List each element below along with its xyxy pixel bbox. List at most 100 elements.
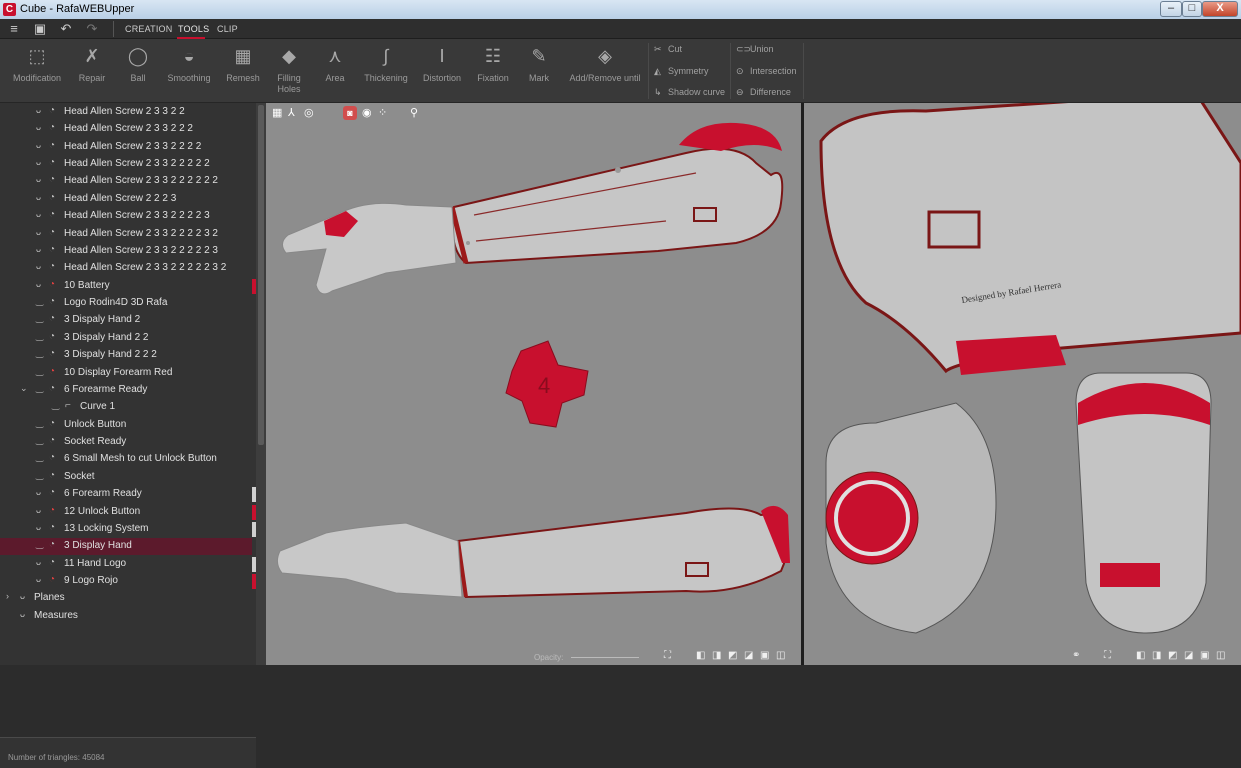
tree-item[interactable]: ‿ ◔ 10 Display Forearm Red: [0, 365, 252, 382]
visibility-toggle-icon[interactable]: ‿: [36, 331, 48, 342]
tree-item[interactable]: ᴗ ◔ Head Allen Screw 2 3 3 2 2 2 2 3 2: [0, 226, 252, 243]
tab-clip[interactable]: CLIP: [217, 24, 238, 34]
tree-item[interactable]: ᴗ ◔ 9 Logo Rojo: [0, 573, 252, 590]
tool-repair[interactable]: ✗ Repair: [72, 45, 112, 97]
visibility-toggle-icon[interactable]: ᴗ: [36, 227, 48, 237]
view-front-icon[interactable]: ◧: [1136, 650, 1145, 661]
tree-group-item[interactable]: › ᴗ Planes: [0, 590, 252, 607]
tree-item[interactable]: ‿ ◔ 3 Dispaly Hand 2 2 2: [0, 347, 252, 364]
visibility-toggle-icon[interactable]: ‿: [36, 539, 48, 550]
tool-fixation[interactable]: ☷ Fixation: [473, 45, 513, 97]
chevron-right-icon[interactable]: ›: [6, 591, 16, 601]
view-right-icon[interactable]: ◪: [1184, 650, 1193, 661]
view-top-icon[interactable]: ▣: [1200, 650, 1209, 661]
tree-item[interactable]: ᴗ ◔ Head Allen Screw 2 3 3 2 2 2 2 3: [0, 208, 252, 225]
chevron-down-icon[interactable]: ⌄: [20, 383, 30, 394]
redo-icon[interactable]: ↷: [84, 21, 100, 37]
tree-item[interactable]: ᴗ ◔ Head Allen Screw 2 3 3 2 2 2 2 2 2: [0, 173, 252, 190]
pivot-icon[interactable]: ⚲: [410, 106, 418, 119]
visibility-toggle-icon[interactable]: ‿: [36, 452, 48, 463]
tree-item[interactable]: ‿ ◔ Socket: [0, 469, 252, 486]
visibility-toggle-icon[interactable]: ᴗ: [36, 174, 48, 184]
tree-item[interactable]: ‿ ◔ 6 Small Mesh to cut Unlock Button: [0, 451, 252, 468]
tool-shadow-curve[interactable]: ↳ Shadow curve: [654, 87, 725, 98]
visibility-toggle-icon[interactable]: ‿: [36, 366, 48, 377]
tree-item[interactable]: ᴗ ◔ Head Allen Screw 2 3 3 2 2 2 2 2 3 2: [0, 260, 252, 277]
visibility-toggle-icon[interactable]: ᴗ: [20, 609, 32, 619]
tool-thickening[interactable]: ∫ Thickening: [360, 45, 412, 97]
save-icon[interactable]: ▣: [32, 21, 48, 37]
visibility-toggle-icon[interactable]: ‿: [36, 313, 48, 324]
visibility-toggle-icon[interactable]: ᴗ: [36, 557, 48, 567]
visibility-toggle-icon[interactable]: ᴗ: [36, 574, 48, 584]
tool-remesh[interactable]: ▦ Remesh: [222, 45, 264, 97]
tree-item[interactable]: ‿ ◔ 3 Display Hand: [0, 538, 252, 556]
tool-modification[interactable]: ⬚ Modification: [8, 45, 66, 97]
visibility-toggle-icon[interactable]: ᴗ: [36, 522, 48, 532]
visibility-toggle-icon[interactable]: ᴗ: [20, 591, 32, 601]
tool-symmetry[interactable]: ◭ Symmetry: [654, 66, 709, 77]
hamburger-menu-icon[interactable]: ≡: [6, 21, 22, 37]
tool-intersection[interactable]: ⊙ Intersection: [736, 66, 797, 77]
visibility-toggle-icon[interactable]: ᴗ: [36, 192, 48, 202]
view-bottom-icon[interactable]: ◫: [1216, 650, 1225, 661]
visibility-toggle-icon[interactable]: ‿: [36, 418, 48, 429]
tree-item[interactable]: ‿ ◔ 3 Dispaly Hand 2 2: [0, 330, 252, 347]
tree-group-item[interactable]: ᴗ Measures: [0, 608, 252, 625]
link-icon[interactable]: ⚭: [1072, 650, 1080, 661]
3d-viewport[interactable]: 4 Designed by Rafael Herrera ▦ ⅄ ◎ ◙ ◉ ⁘…: [266, 103, 1241, 665]
visibility-toggle-icon[interactable]: ‿: [36, 296, 48, 307]
visibility-toggle-icon[interactable]: ᴗ: [36, 505, 48, 515]
tree-item[interactable]: ᴗ ◔ 11 Hand Logo: [0, 556, 252, 573]
close-button[interactable]: X: [1202, 1, 1238, 17]
tool-union[interactable]: ⊂⊃Union: [736, 44, 774, 55]
visibility-toggle-icon[interactable]: ᴗ: [36, 105, 48, 115]
view-bottom-icon[interactable]: ◫: [776, 650, 785, 661]
visibility-toggle-icon[interactable]: ᴗ: [36, 244, 48, 254]
maximize-button[interactable]: □: [1182, 1, 1202, 17]
tree-item[interactable]: ᴗ ◔ Head Allen Screw 2 3 3 2 2 2 2 2 3: [0, 243, 252, 260]
tree-item[interactable]: ᴗ ◔ 12 Unlock Button: [0, 504, 252, 521]
fit-view-icon[interactable]: ⛶: [1104, 650, 1111, 661]
points-icon[interactable]: ⁘: [378, 106, 387, 119]
tool-area[interactable]: ⋏ Area: [318, 45, 352, 97]
view-left-icon[interactable]: ◩: [728, 650, 737, 661]
tree-item[interactable]: ᴗ ◔ Head Allen Screw 2 3 3 2 2 2: [0, 121, 252, 138]
tree-item[interactable]: ᴗ ◔ Head Allen Screw 2 3 3 2 2: [0, 104, 252, 121]
sidebar-scrollbar[interactable]: [256, 103, 266, 665]
tool-mark[interactable]: ✎ Mark: [522, 45, 556, 97]
tree-item[interactable]: ‿ ◔ 3 Dispaly Hand 2: [0, 312, 252, 329]
tool-add-remove-until[interactable]: ◈ Add/Remove until: [566, 45, 644, 97]
tool-smoothing[interactable]: ◒ Smoothing: [163, 45, 215, 97]
visibility-toggle-icon[interactable]: ‿: [52, 400, 64, 411]
tool-distortion[interactable]: Ⅰ Distortion: [418, 45, 466, 97]
tree-item[interactable]: ᴗ ◔ 10 Battery: [0, 278, 252, 295]
undo-icon[interactable]: ↶: [58, 21, 74, 37]
target-icon[interactable]: ◎: [304, 106, 314, 119]
tool-difference[interactable]: ⊖ Difference: [736, 87, 791, 98]
tree-item[interactable]: ‿ ⌐ Curve 1: [0, 399, 252, 416]
tree-item[interactable]: ⌄ ‿ ◔ 6 Forearme Ready: [0, 382, 252, 399]
tree-item[interactable]: ‿ ◔ Unlock Button: [0, 417, 252, 434]
visibility-toggle-icon[interactable]: ‿: [36, 383, 48, 394]
visibility-toggle-icon[interactable]: ‿: [36, 470, 48, 481]
opacity-slider[interactable]: [571, 657, 639, 658]
view-left-icon[interactable]: ◩: [1168, 650, 1177, 661]
view-back-icon[interactable]: ◨: [1152, 650, 1161, 661]
grid-icon[interactable]: ▦: [272, 106, 282, 119]
tree-item[interactable]: ‿ ◔ Socket Ready: [0, 434, 252, 451]
minimize-button[interactable]: –: [1160, 1, 1182, 17]
tree-item[interactable]: ‿ ◔ Logo Rodin4D 3D Rafa: [0, 295, 252, 312]
tree-item[interactable]: ᴗ ◔ 13 Locking System: [0, 521, 252, 538]
tool-ball[interactable]: ◯ Ball: [121, 45, 155, 97]
tab-creation[interactable]: CREATION: [125, 24, 172, 34]
view-right-icon[interactable]: ◪: [744, 650, 753, 661]
axis-icon[interactable]: ⅄: [288, 106, 295, 119]
tool-filling-holes[interactable]: ◆ Filling Holes: [272, 45, 306, 97]
render-icon[interactable]: ◉: [362, 106, 372, 119]
camera-icon[interactable]: ◙: [343, 106, 357, 120]
tab-tools[interactable]: TOOLS: [178, 24, 209, 34]
visibility-toggle-icon[interactable]: ᴗ: [36, 140, 48, 150]
tool-cut[interactable]: ✂ Cut: [654, 44, 682, 55]
scrollbar-thumb[interactable]: [258, 105, 264, 445]
